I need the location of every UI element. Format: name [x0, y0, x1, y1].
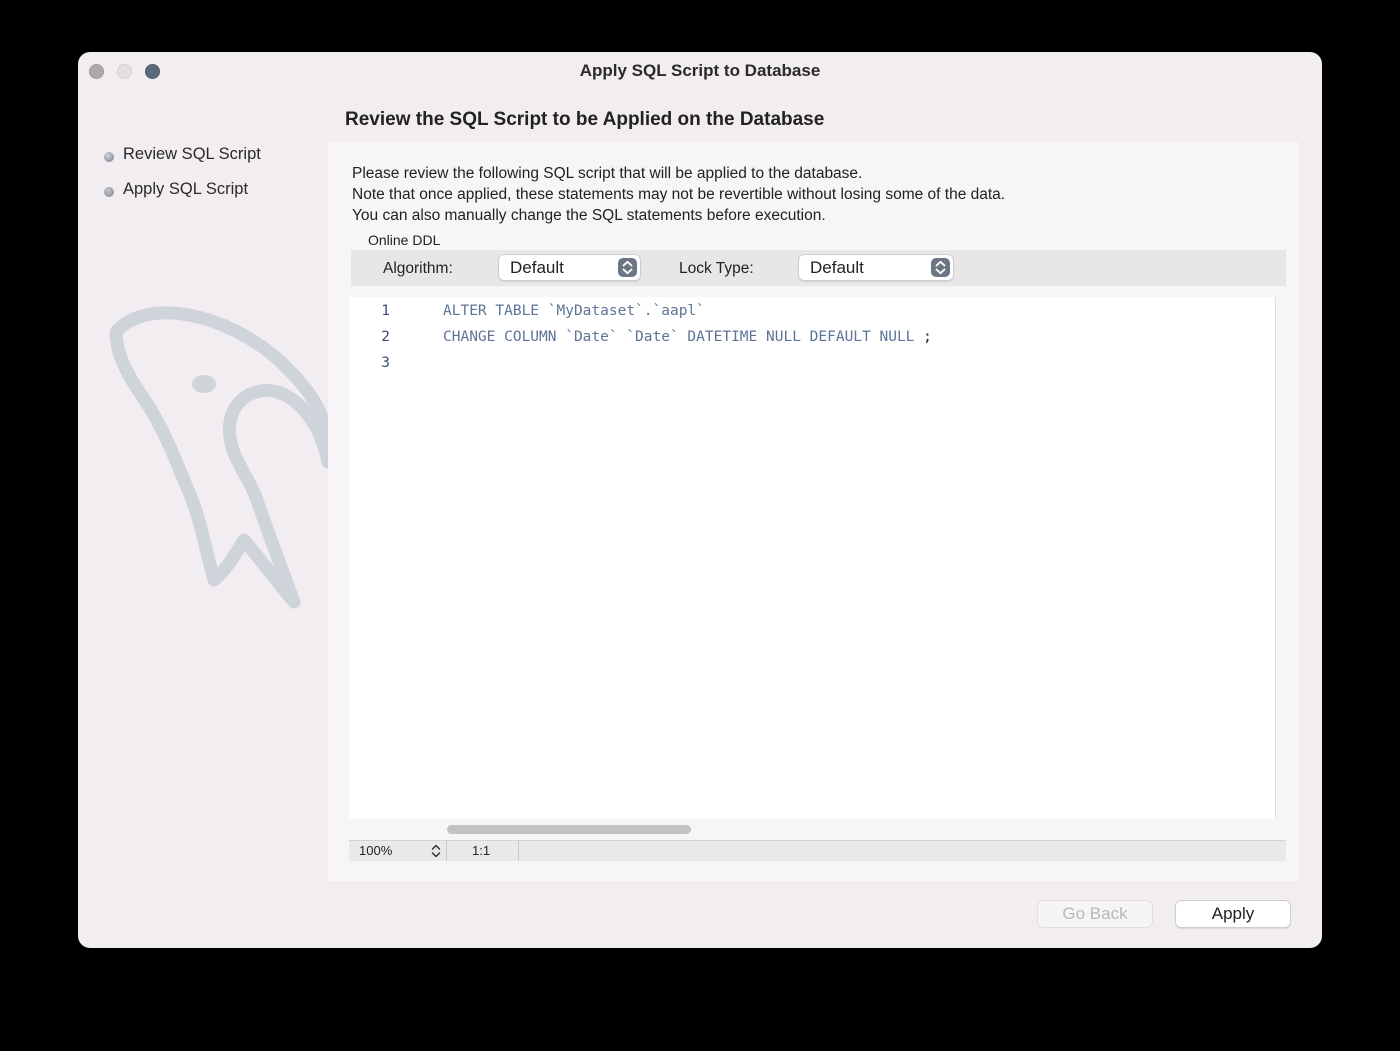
- code-line: 2 CHANGE COLUMN `Date` `Date` DATETIME N…: [349, 329, 1275, 355]
- line-code: CHANGE COLUMN `Date` `Date` DATETIME NUL…: [443, 329, 932, 345]
- dialog-window: Apply SQL Script to Database Review the …: [78, 52, 1322, 948]
- code-line: 1 ALTER TABLE `MyDataset`.`aapl`: [349, 303, 1275, 329]
- up-down-chevron-icon: [931, 258, 950, 277]
- mysql-dolphin-watermark-icon: [109, 306, 335, 609]
- lock-type-label: Lock Type:: [679, 260, 754, 277]
- status-divider: [446, 841, 447, 861]
- up-down-chevron-icon: [618, 258, 637, 277]
- line-code: ALTER TABLE `MyDataset`.`aapl`: [443, 303, 705, 319]
- line-number: 2: [381, 329, 390, 345]
- title-bar: Apply SQL Script to Database: [78, 52, 1322, 90]
- step-label: Apply SQL Script: [123, 180, 249, 198]
- instructions-text: Please review the following SQL script t…: [352, 163, 1005, 226]
- script-review-panel: Please review the following SQL script t…: [328, 142, 1299, 881]
- apply-button[interactable]: Apply: [1175, 900, 1291, 928]
- cursor-position: 1:1: [472, 843, 491, 858]
- instructions-line: Please review the following SQL script t…: [352, 165, 863, 182]
- sql-script-editor[interactable]: 1 ALTER TABLE `MyDataset`.`aapl` 2 CHANG…: [349, 297, 1276, 834]
- instructions-line: You can also manually change the SQL sta…: [352, 207, 826, 224]
- horizontal-scrollbar[interactable]: [443, 822, 1273, 835]
- line-number: 3: [381, 355, 390, 371]
- step-bullet-icon: [104, 187, 114, 197]
- online-ddl-group: Algorithm: Default Lock Type: Default: [351, 250, 1286, 286]
- line-number: 1: [381, 303, 390, 319]
- horizontal-scrollbar-thumb[interactable]: [447, 825, 691, 834]
- zoom-level[interactable]: 100%: [359, 843, 392, 858]
- editor-status-bar: 100% 1:1: [349, 840, 1286, 861]
- window-title: Apply SQL Script to Database: [579, 61, 821, 80]
- lock-type-select[interactable]: Default: [798, 254, 954, 281]
- algorithm-label: Algorithm:: [383, 260, 453, 277]
- page-heading: Review the SQL Script to be Applied on t…: [345, 109, 825, 130]
- algorithm-select[interactable]: Default: [498, 254, 641, 281]
- step-label: Review SQL Script: [123, 145, 261, 163]
- instructions-line: Note that once applied, these statements…: [352, 186, 1006, 203]
- lock-type-select-value: Default: [810, 258, 864, 277]
- zoom-stepper-icon[interactable]: [430, 842, 442, 865]
- code-line: 3: [349, 355, 1275, 381]
- step-active-bullet-icon: [104, 152, 114, 162]
- algorithm-select-value: Default: [510, 258, 564, 277]
- online-ddl-title: Online DDL: [368, 232, 441, 248]
- status-divider: [518, 841, 519, 861]
- go-back-button[interactable]: Go Back: [1037, 900, 1153, 928]
